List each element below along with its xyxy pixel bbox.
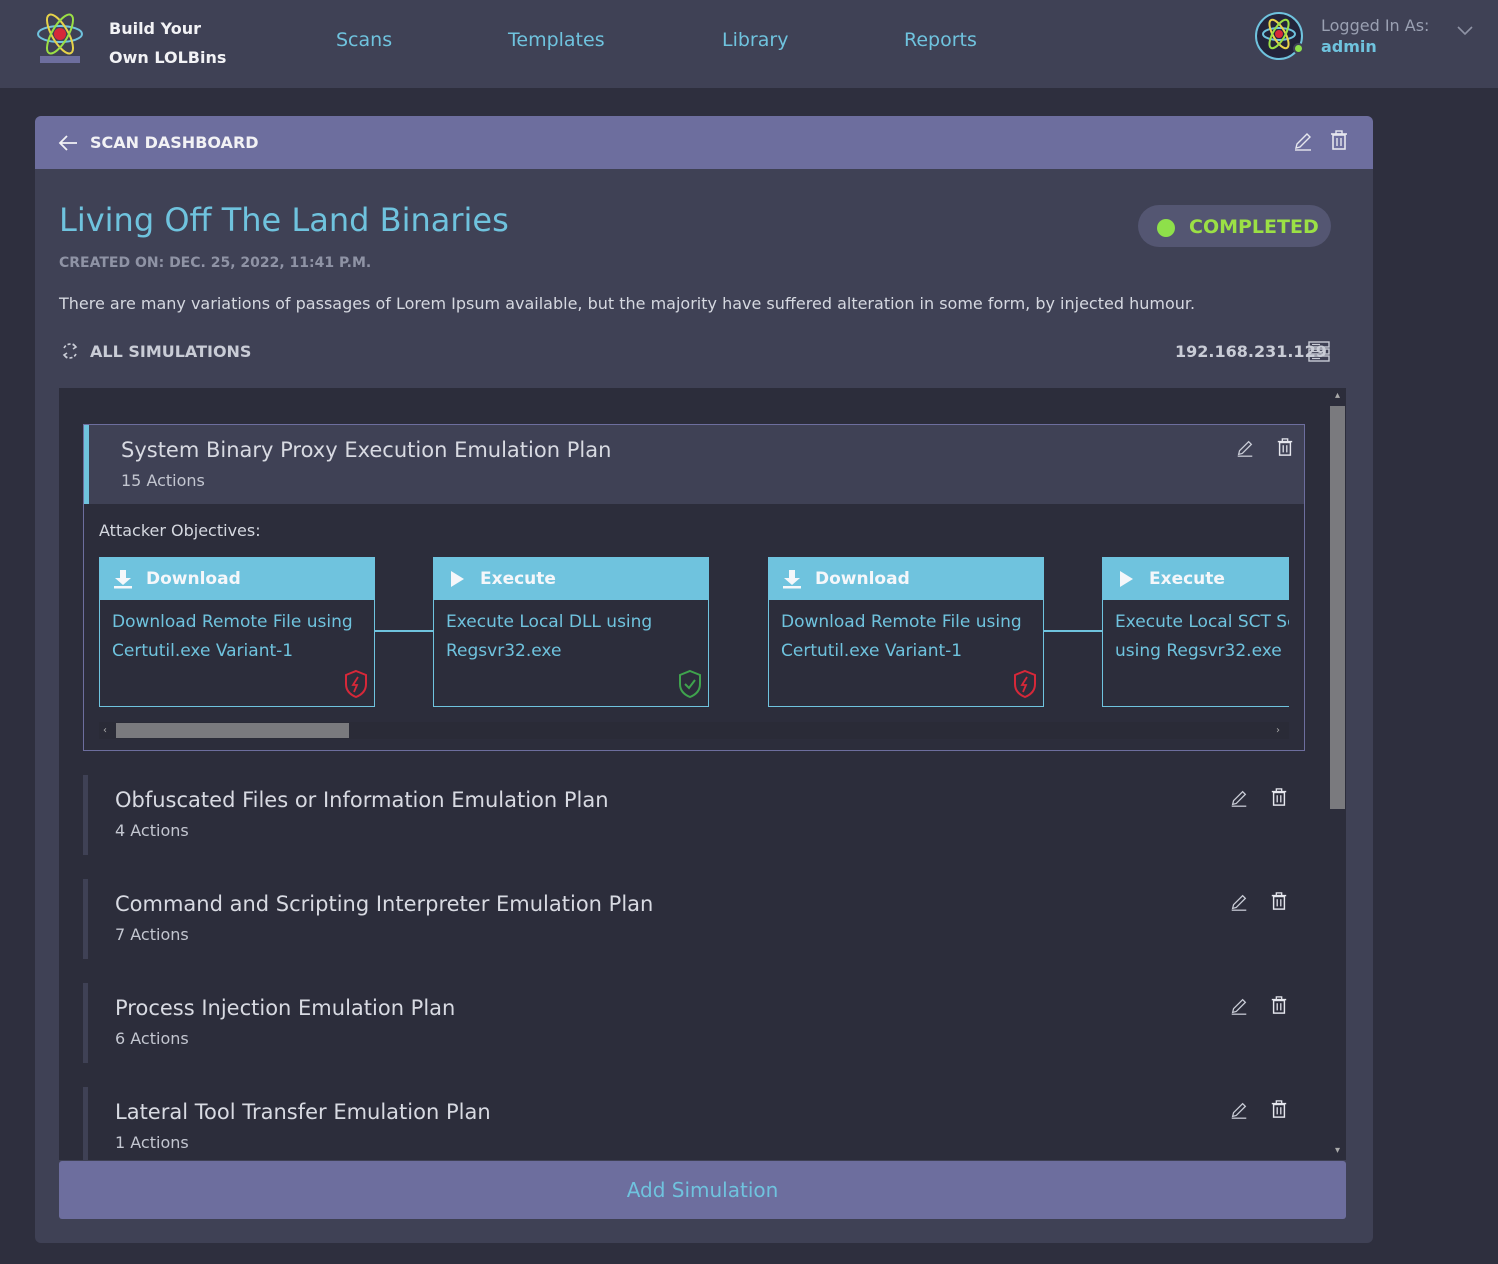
shield-check-icon <box>679 669 701 699</box>
scroll-down-icon[interactable]: ▾ <box>1332 1146 1343 1156</box>
download-icon <box>114 570 132 589</box>
all-simulations-label: ALL SIMULATIONS <box>90 342 252 361</box>
back-arrow-icon[interactable] <box>57 133 79 153</box>
chevron-down-icon[interactable] <box>1456 24 1474 38</box>
objective-tile[interactable]: Execute Execute Local DLL using Regsvr32… <box>433 557 709 707</box>
trash-icon[interactable] <box>1270 787 1288 807</box>
target-ip: 192.168.231.129 <box>1175 342 1327 361</box>
edit-pencil-icon[interactable] <box>1229 892 1249 912</box>
simulation-title: Obfuscated Files or Information Emulatio… <box>115 788 609 812</box>
scroll-right-icon[interactable]: › <box>1276 725 1286 736</box>
edit-pencil-icon[interactable] <box>1292 130 1314 152</box>
brand-title[interactable]: Build Your Own LOLBins <box>109 14 226 72</box>
simulation-accent-bar <box>83 1087 88 1160</box>
simulation-item[interactable]: Lateral Tool Transfer Emulation Plan 1 A… <box>83 1087 1305 1160</box>
flow-connector <box>375 630 434 632</box>
scroll-left-icon[interactable]: ‹ <box>103 725 113 736</box>
edit-pencil-icon[interactable] <box>1229 1100 1249 1120</box>
tile-header: Execute <box>434 558 708 600</box>
shield-alert-icon <box>1014 669 1036 699</box>
add-simulation-button[interactable]: Add Simulation <box>59 1161 1346 1219</box>
created-on-date: CREATED ON: DEC. 25, 2022, 11:41 P.M. <box>59 255 372 271</box>
trash-icon[interactable] <box>1270 995 1288 1015</box>
trash-icon[interactable] <box>1270 891 1288 911</box>
brand-line-1: Build Your <box>109 19 201 38</box>
simulation-item[interactable]: Command and Scripting Interpreter Emulat… <box>83 879 1305 959</box>
play-icon <box>1120 571 1133 587</box>
atom-logo-icon[interactable] <box>34 12 86 68</box>
simulation-actions-count: 4 Actions <box>115 821 189 840</box>
tile-type: Download <box>815 569 910 589</box>
nav-scans[interactable]: Scans <box>336 29 392 51</box>
simulation-actions-count: 6 Actions <box>115 1029 189 1048</box>
status-text: COMPLETED <box>1189 216 1319 238</box>
card-header: SCAN DASHBOARD <box>35 116 1373 169</box>
scan-title: Living Off The Land Binaries <box>59 201 509 239</box>
nav-library[interactable]: Library <box>722 29 788 51</box>
simulation-item[interactable]: Process Injection Emulation Plan 6 Actio… <box>83 983 1305 1063</box>
simulation-accent-bar <box>83 879 88 959</box>
vertical-scrollbar[interactable]: ▴ ▾ <box>1329 388 1346 1160</box>
logged-in-username: admin <box>1321 37 1377 56</box>
simulation-accent-bar <box>83 983 88 1063</box>
add-simulation-label: Add Simulation <box>626 1178 779 1202</box>
tile-type: Execute <box>1149 569 1225 589</box>
server-icon <box>1308 341 1330 362</box>
objective-tile[interactable]: Execute Execute Local SCT Script using R… <box>1102 557 1289 707</box>
tile-type: Download <box>146 569 241 589</box>
simulation-item-expanded[interactable]: System Binary Proxy Execution Emulation … <box>83 424 1305 751</box>
shield-alert-icon <box>345 669 367 699</box>
edit-pencil-icon[interactable] <box>1229 788 1249 808</box>
edit-pencil-icon[interactable] <box>1229 996 1249 1016</box>
simulation-actions-count: 7 Actions <box>115 925 189 944</box>
horizontal-scrollbar[interactable]: ‹ › <box>99 722 1289 739</box>
horizontal-scroll-thumb[interactable] <box>116 723 349 738</box>
objective-flow: Download Download Remote File using Cert… <box>99 425 1289 725</box>
simulation-title: Process Injection Emulation Plan <box>115 996 456 1020</box>
simulation-title: Command and Scripting Interpreter Emulat… <box>115 892 654 916</box>
flow-gap <box>709 630 768 632</box>
trash-icon[interactable] <box>1270 1099 1288 1119</box>
objective-tile[interactable]: Download Download Remote File using Cert… <box>99 557 375 707</box>
scroll-up-icon[interactable]: ▴ <box>1332 391 1343 401</box>
top-navbar: Build Your Own LOLBins Scans Templates L… <box>0 0 1498 88</box>
tile-description: Execute Local SCT Script using Regsvr32.… <box>1115 612 1289 661</box>
card-header-title: SCAN DASHBOARD <box>90 133 259 152</box>
nav-reports[interactable]: Reports <box>904 29 977 51</box>
tile-description: Execute Local DLL using Regsvr32.exe <box>446 612 653 661</box>
tile-type: Execute <box>480 569 556 589</box>
tile-header: Download <box>100 558 374 600</box>
brand-line-2: Own LOLBins <box>109 48 227 67</box>
tile-description: Download Remote File using Certutil.exe … <box>781 612 1022 661</box>
status-badge: COMPLETED <box>1138 205 1331 247</box>
simulation-item[interactable]: Obfuscated Files or Information Emulatio… <box>83 775 1305 855</box>
download-icon <box>783 570 801 589</box>
flow-connector <box>1044 630 1103 632</box>
status-dot <box>1157 219 1175 237</box>
tile-header: Execute <box>1103 558 1289 600</box>
online-status-dot <box>1293 43 1304 54</box>
play-icon <box>451 571 464 587</box>
objective-tile[interactable]: Download Download Remote File using Cert… <box>768 557 1044 707</box>
simulation-list: System Binary Proxy Execution Emulation … <box>59 388 1346 1160</box>
logged-in-label: Logged In As: <box>1321 16 1430 35</box>
nav-templates[interactable]: Templates <box>508 29 605 51</box>
refresh-cycle-icon[interactable] <box>60 341 80 361</box>
trash-icon[interactable] <box>1329 129 1349 151</box>
simulation-title: Lateral Tool Transfer Emulation Plan <box>115 1100 491 1124</box>
scan-description: There are many variations of passages of… <box>59 294 1196 313</box>
scan-dashboard-card: SCAN DASHBOARD Living Off The Land Binar… <box>35 116 1373 1243</box>
vertical-scroll-thumb[interactable] <box>1330 406 1345 809</box>
tile-header: Download <box>769 558 1043 600</box>
simulation-accent-bar <box>83 775 88 855</box>
tile-description: Download Remote File using Certutil.exe … <box>112 612 353 661</box>
simulation-actions-count: 1 Actions <box>115 1133 189 1152</box>
